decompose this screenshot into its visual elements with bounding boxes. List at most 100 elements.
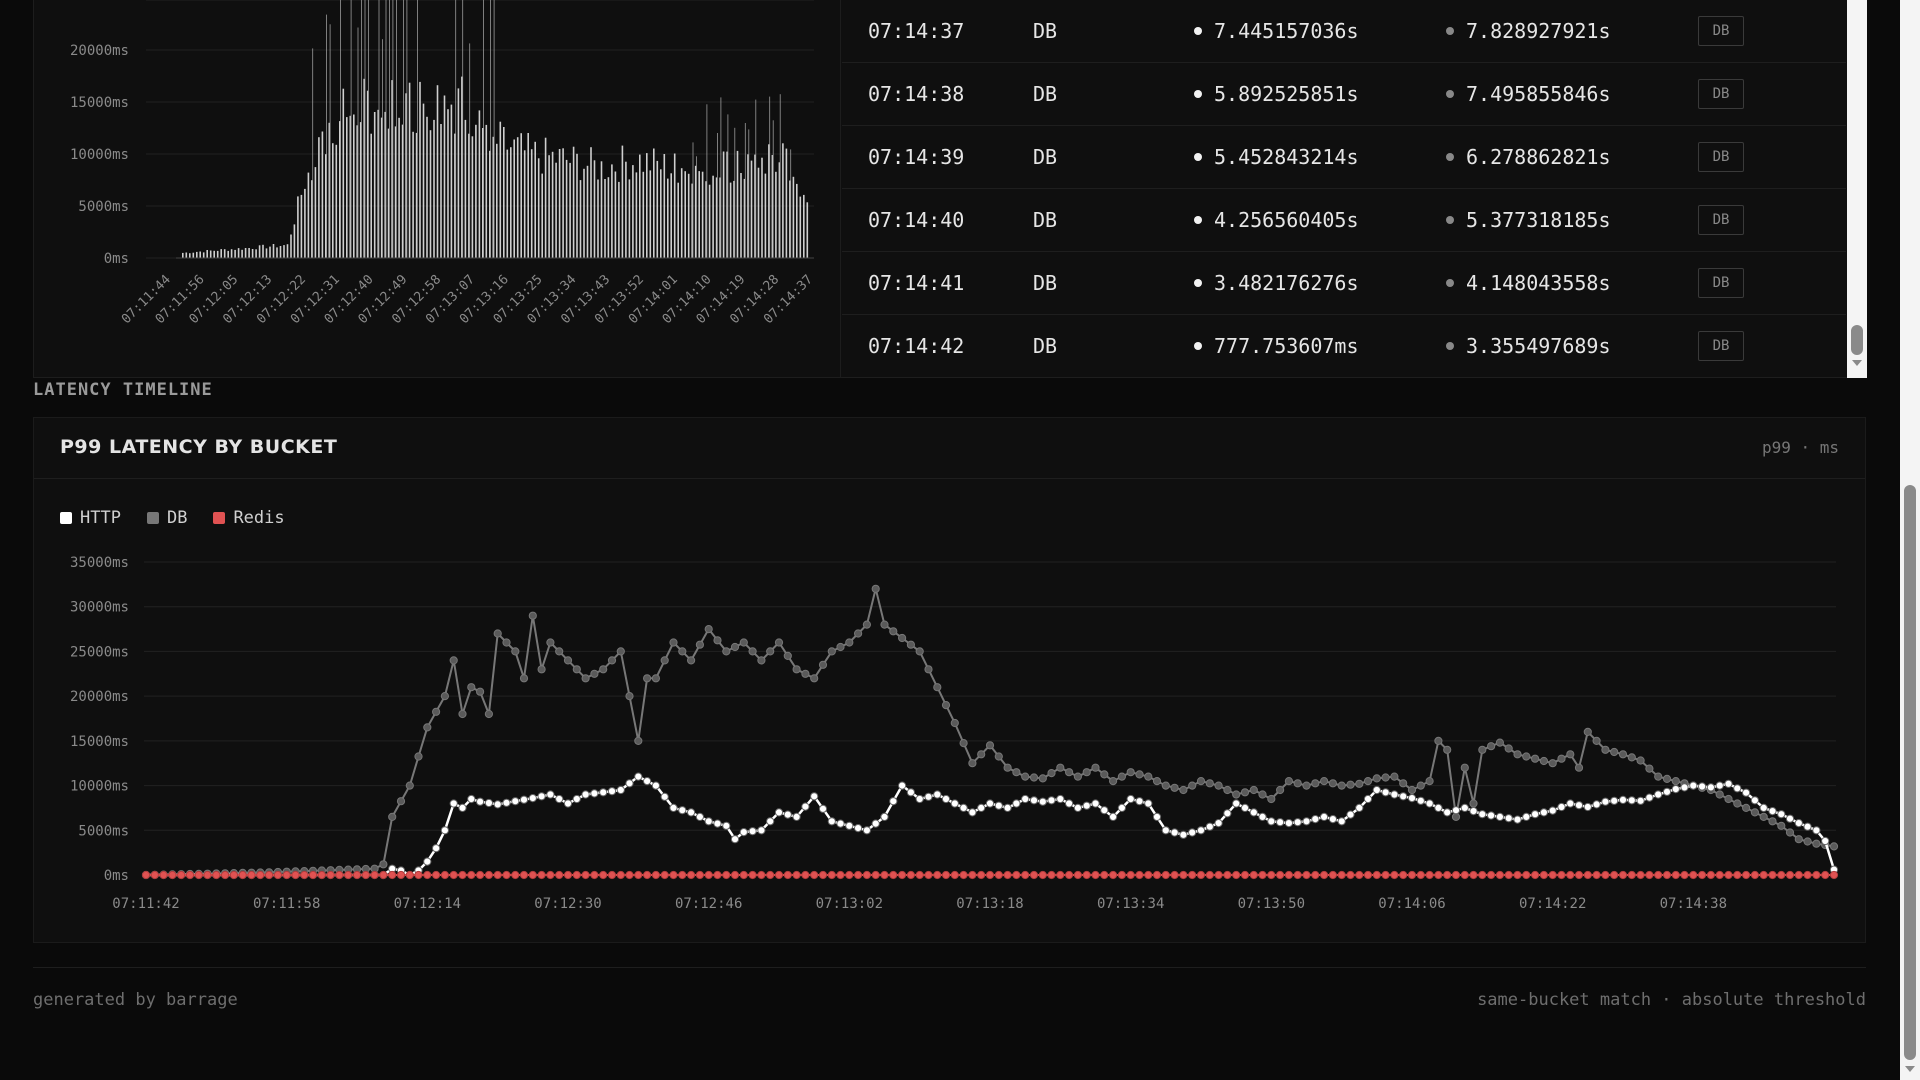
series-point-db bbox=[484, 709, 493, 719]
series-point-db bbox=[502, 638, 511, 647]
series-point-redis bbox=[643, 870, 652, 880]
series-point-db bbox=[1513, 750, 1522, 759]
row-source-tag[interactable]: DB bbox=[1698, 331, 1744, 361]
hist-bar bbox=[618, 181, 620, 258]
series-point-redis bbox=[344, 870, 353, 880]
row-source-tag[interactable]: DB bbox=[1698, 205, 1744, 235]
series-point-db bbox=[1777, 821, 1786, 830]
chart-y-tick-label: 20000ms bbox=[70, 689, 129, 705]
series-point-db bbox=[1100, 770, 1109, 779]
series-point-db bbox=[1618, 750, 1628, 759]
series-point-http bbox=[1065, 799, 1074, 808]
series-point-redis bbox=[1170, 870, 1179, 880]
hist-bar bbox=[534, 141, 536, 258]
series-point-redis bbox=[1522, 870, 1531, 880]
series-point-db bbox=[862, 620, 872, 629]
legend-item-http[interactable]: HTTP bbox=[60, 508, 121, 528]
hist-bar bbox=[558, 149, 561, 258]
series-point-db bbox=[766, 647, 775, 656]
series-point-redis bbox=[1021, 870, 1030, 880]
hist-y-tick-label: 10000ms bbox=[70, 147, 129, 163]
series-point-http bbox=[493, 800, 502, 809]
chart-x-tick-label: 07:12:46 bbox=[675, 896, 742, 912]
hist-bar bbox=[510, 147, 512, 258]
hist-bar bbox=[213, 250, 215, 258]
series-point-db bbox=[933, 683, 942, 692]
scroll-down-arrow-icon[interactable] bbox=[1852, 360, 1862, 366]
series-point-http bbox=[678, 806, 687, 815]
series-point-db bbox=[1337, 781, 1346, 790]
series-point-http bbox=[757, 826, 766, 835]
series-point-redis bbox=[862, 870, 872, 880]
row-value-secondary: 5.377318185s bbox=[1446, 208, 1611, 232]
series-point-db bbox=[854, 629, 863, 638]
series-point-db bbox=[1390, 772, 1399, 781]
series-point-db bbox=[704, 625, 713, 634]
series-point-redis bbox=[555, 870, 564, 880]
hist-bar-peak bbox=[469, 43, 471, 259]
series-point-redis bbox=[1179, 870, 1188, 880]
series-point-redis bbox=[1777, 870, 1786, 880]
series-point-db bbox=[1627, 753, 1636, 762]
table-row[interactable]: 07:14:42 DB 777.753607ms 3.355497689s DB bbox=[842, 315, 1846, 378]
hist-bar bbox=[583, 168, 585, 258]
hist-bar-peak bbox=[382, 39, 383, 259]
series-point-http bbox=[563, 799, 573, 808]
hist-bar-peak bbox=[329, 24, 331, 258]
table-row[interactable]: 07:14:37 DB 7.445157036s 7.828927921s DB bbox=[842, 0, 1846, 63]
table-row[interactable]: 07:14:39 DB 5.452843214s 6.278862821s DB bbox=[842, 126, 1846, 189]
hist-bar-peak bbox=[364, 0, 366, 258]
series-point-db bbox=[748, 647, 757, 656]
hist-bar bbox=[290, 234, 292, 258]
series-point-redis bbox=[221, 870, 230, 880]
series-point-redis bbox=[282, 870, 291, 880]
hist-bar bbox=[478, 110, 481, 259]
row-source-tag[interactable]: DB bbox=[1698, 268, 1744, 298]
series-point-http bbox=[713, 819, 722, 828]
table-row[interactable]: 07:14:38 DB 5.892525851s 7.495855846s DB bbox=[842, 63, 1846, 126]
series-point-redis bbox=[845, 870, 854, 880]
page-scrollbar[interactable] bbox=[1900, 0, 1920, 1080]
series-point-http bbox=[1566, 799, 1575, 808]
series-point-redis bbox=[783, 870, 792, 880]
table-scrollbar-thumb[interactable] bbox=[1851, 325, 1863, 355]
series-point-redis bbox=[1566, 870, 1575, 880]
hist-bar-peak bbox=[748, 129, 750, 258]
series-point-http bbox=[1654, 790, 1663, 799]
page-scrollbar-thumb[interactable] bbox=[1904, 485, 1916, 1060]
row-source-tag[interactable]: DB bbox=[1698, 16, 1744, 46]
series-point-http bbox=[695, 812, 705, 821]
series-point-db bbox=[625, 692, 634, 701]
hist-bar bbox=[625, 161, 627, 258]
series-point-db bbox=[1056, 763, 1065, 772]
legend-item-redis[interactable]: Redis bbox=[213, 508, 285, 528]
series-point-redis bbox=[730, 870, 740, 880]
series-point-http bbox=[810, 792, 819, 801]
series-point-http bbox=[511, 797, 520, 806]
row-source-tag[interactable]: DB bbox=[1698, 79, 1744, 109]
series-point-redis bbox=[177, 870, 186, 880]
series-point-db bbox=[599, 665, 608, 674]
series-point-redis bbox=[1065, 870, 1074, 880]
hist-bar bbox=[785, 148, 788, 258]
table-row[interactable]: 07:14:41 DB 3.482176276s 4.148043558s DB bbox=[842, 252, 1846, 315]
series-point-db bbox=[669, 638, 678, 647]
hist-bar bbox=[530, 149, 533, 258]
series-point-redis bbox=[774, 870, 784, 880]
series-point-redis bbox=[370, 870, 379, 880]
series-point-redis bbox=[1302, 870, 1311, 880]
series-point-db bbox=[590, 669, 599, 678]
table-scrollbar[interactable] bbox=[1847, 0, 1867, 378]
series-point-db bbox=[757, 656, 766, 665]
table-row[interactable]: 07:14:40 DB 4.256560405s 5.377318185s DB bbox=[842, 189, 1846, 252]
dot-icon bbox=[1446, 90, 1454, 98]
series-point-http bbox=[1021, 794, 1030, 804]
legend-item-db[interactable]: DB bbox=[146, 508, 187, 528]
hist-bar bbox=[220, 249, 222, 258]
row-source-tag[interactable]: DB bbox=[1698, 142, 1744, 172]
hist-bar bbox=[621, 145, 624, 258]
series-point-redis bbox=[950, 870, 959, 880]
hist-bar bbox=[209, 250, 212, 258]
series-point-http bbox=[1117, 803, 1127, 812]
page-scroll-down-arrow-icon[interactable] bbox=[1905, 1066, 1915, 1072]
